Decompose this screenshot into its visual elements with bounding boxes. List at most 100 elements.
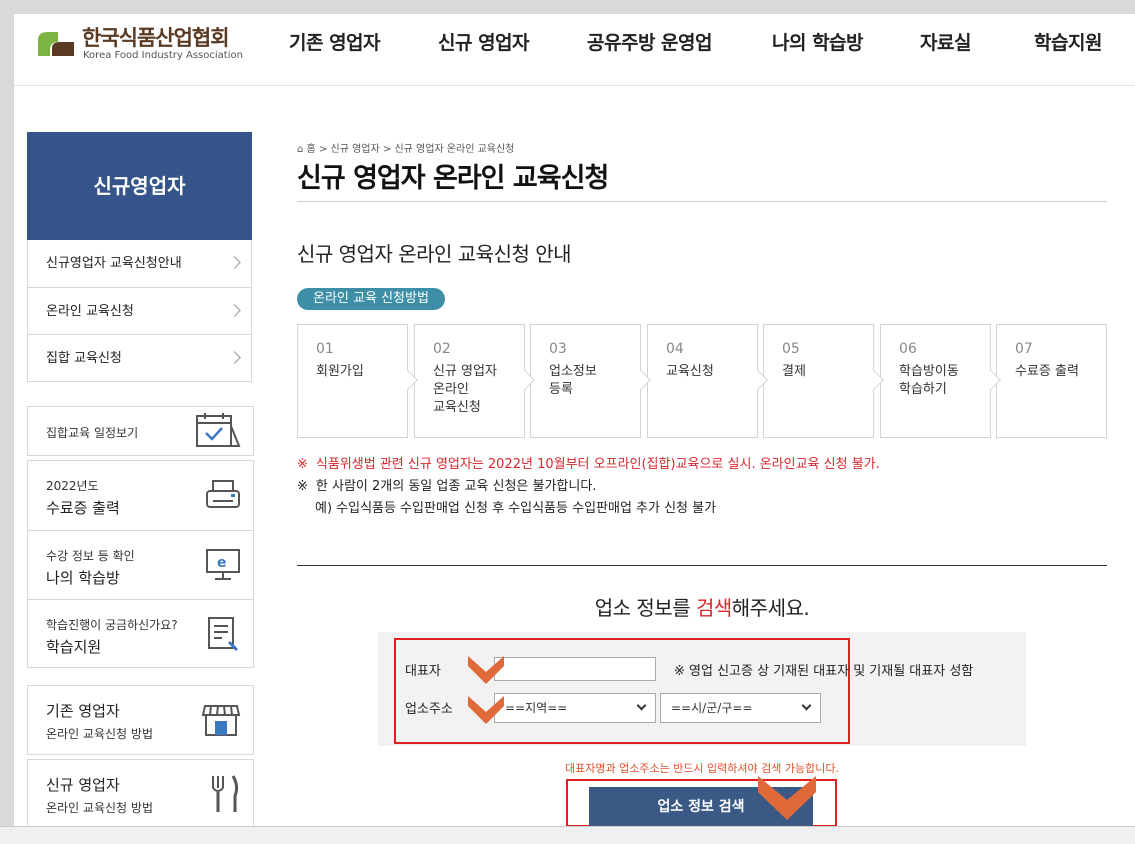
site-logo[interactable]: 한국식품산업협회 Korea Food Industry Association: [36, 22, 246, 66]
store-icon: [201, 705, 241, 736]
chevron-down-icon: [636, 700, 647, 711]
sidebar-item-guide[interactable]: 신규영업자 교육신청안내: [28, 240, 251, 287]
notice-text: 식품위생법 관련 신규 영업자는 2022년 10월부터 오프라인(집합)교육으…: [315, 457, 880, 472]
logo-korean-name: 한국식품산업협회: [82, 26, 230, 50]
step-label: 학습방이동 학습하기: [899, 364, 959, 397]
window-bottom-bar: [0, 826, 1135, 844]
svg-text:e: e: [217, 555, 227, 571]
representative-input[interactable]: [494, 657, 656, 681]
down-arrow-marker-icon: [758, 776, 816, 820]
step-label: 신규 영업자 온라인 교육신청: [433, 364, 497, 415]
step-card: 05 결제: [763, 324, 884, 438]
highlight-box: [394, 638, 850, 744]
quick-link-group: 2022년도 수료증 출력 수강 정보 등 확인 나의 학습방 e 학습진행이 …: [27, 460, 254, 668]
quick-link-new-guide[interactable]: 신규 영업자 온라인 교육신청 방법: [27, 759, 254, 826]
quick-link-existing-guide[interactable]: 기존 영업자 온라인 교육신청 방법: [27, 685, 254, 755]
search-title-pre: 업소 정보를: [594, 596, 696, 620]
notice-item: ※ 식품위생법 관련 신규 영업자는 2022년 10월부터 오프라인(집합)교육…: [297, 454, 880, 476]
down-arrow-marker-icon: [468, 696, 504, 724]
region-select[interactable]: ==지역==: [494, 693, 656, 723]
nav-existing-operator[interactable]: 기존 영업자: [289, 28, 381, 55]
step-number: 03: [549, 341, 567, 357]
section-title: 신규 영업자 온라인 교육신청 안내: [297, 242, 572, 266]
document-pen-icon: [208, 617, 239, 652]
representative-label: 대표자: [405, 664, 441, 679]
breadcrumb-level2: 신규 영업자 온라인 교육신청: [394, 144, 515, 155]
fork-knife-icon: [212, 775, 239, 812]
chevron-right-icon: [228, 351, 241, 364]
address-label: 업소주소: [405, 702, 453, 717]
city-select-value: ==시/군/구==: [671, 701, 753, 715]
monitor-e-icon: e: [206, 549, 240, 580]
step-card: 04 교육신청: [647, 324, 768, 438]
down-arrow-marker-icon: [468, 656, 504, 684]
nav-resources[interactable]: 자료실: [920, 28, 971, 55]
quick-link-row: 집합교육 일정보기: [28, 407, 253, 455]
sidebar-item-label: 집합 교육신청: [46, 351, 122, 366]
header-divider: [14, 85, 1135, 86]
logo-mark-icon: [38, 32, 74, 56]
step-number: 06: [899, 341, 917, 357]
breadcrumb-separator: >: [318, 144, 331, 155]
notice-item: ※ 한 사람이 2개의 동일 업종 교육 신청은 불가합니다.: [297, 476, 880, 498]
nav-shared-kitchen[interactable]: 공유주방 운영업: [587, 28, 712, 55]
nav-learning-support[interactable]: 학습지원: [1034, 28, 1102, 55]
chevron-down-icon: [801, 700, 812, 711]
step-card: 01 회원가입: [297, 324, 418, 438]
step-card: 06 학습방이동 학습하기: [880, 324, 1001, 438]
nav-my-study[interactable]: 나의 학습방: [772, 28, 864, 55]
home-icon[interactable]: ⌂: [297, 144, 303, 155]
step-label: 업소정보 등록: [549, 364, 597, 397]
search-title: 업소 정보를 검색해주세요.: [297, 592, 1107, 621]
printer-icon: [206, 479, 240, 508]
notice-mark: ※: [297, 479, 308, 494]
site-header: 한국식품산업협회 Korea Food Industry Association…: [14, 14, 1135, 86]
chevron-right-icon: [228, 256, 241, 269]
quick-link-row: 기존 영업자 온라인 교육신청 방법: [28, 686, 253, 754]
search-title-highlight: 검색: [695, 596, 732, 620]
sidebar-menu: 신규영업자 교육신청안내 온라인 교육신청 집합 교육신청: [27, 240, 252, 382]
step-number: 02: [433, 341, 451, 357]
step-label: 수료증 출력: [1015, 364, 1079, 379]
quick-link-certificate[interactable]: 2022년도 수료증 출력: [28, 461, 253, 530]
notice-mark: ※: [297, 457, 308, 472]
notice-list: ※ 식품위생법 관련 신규 영업자는 2022년 10월부터 오프라인(집합)교육…: [297, 454, 880, 520]
sidebar-item-online[interactable]: 온라인 교육신청: [28, 287, 251, 334]
sidebar-item-label: 신규영업자 교육신청안내: [46, 256, 182, 271]
nav-new-operator[interactable]: 신규 영업자: [438, 28, 530, 55]
calendar-check-icon: [196, 413, 241, 447]
city-select[interactable]: ==시/군/구==: [660, 693, 821, 723]
breadcrumb-level1[interactable]: 신규 영업자: [331, 144, 380, 155]
quick-link-schedule[interactable]: 집합교육 일정보기: [27, 406, 254, 456]
page: 한국식품산업협회 Korea Food Industry Association…: [14, 14, 1135, 826]
page-title: 신규 영업자 온라인 교육신청: [297, 163, 609, 194]
breadcrumb-separator: >: [382, 144, 395, 155]
sidebar-title: 신규영업자: [27, 132, 252, 240]
step-label: 교육신청: [666, 364, 714, 379]
representative-note: ※ 영업 신고증 상 기재된 대표자 및 기재될 대표자 성함: [674, 664, 974, 679]
sidebar-item-offline[interactable]: 집합 교육신청: [28, 334, 251, 381]
chevron-right-icon: [228, 304, 241, 317]
region-select-value: ==지역==: [505, 701, 568, 715]
breadcrumb: ⌂ 홈 > 신규 영업자 > 신규 영업자 온라인 교육신청: [297, 140, 514, 155]
step-number: 01: [316, 341, 334, 357]
notice-text: 한 사람이 2개의 동일 업종 교육 신청은 불가합니다.: [315, 479, 597, 494]
search-title-post: 해주세요.: [731, 596, 810, 620]
step-label: 회원가입: [316, 364, 364, 379]
logo-english-name: Korea Food Industry Association: [83, 50, 243, 61]
title-divider: [297, 201, 1107, 202]
step-number: 07: [1015, 341, 1033, 357]
quick-link-my-study[interactable]: 수강 정보 등 확인 나의 학습방 e: [28, 530, 253, 599]
step-card: 07 수료증 출력: [996, 324, 1107, 438]
steps-badge: 온라인 교육 신청방법: [297, 288, 445, 310]
quick-link-row: 신규 영업자 온라인 교육신청 방법: [28, 760, 253, 826]
breadcrumb-home[interactable]: 홈: [307, 144, 316, 155]
step-number: 04: [666, 341, 684, 357]
required-warning: 대표자명과 업소주소는 반드시 입력하셔야 검색 가능합니다.: [565, 762, 839, 775]
step-label: 결제: [782, 364, 806, 379]
application-steps: 01 회원가입 02 신규 영업자 온라인 교육신청 03 업소정보 등록 04…: [297, 324, 1107, 438]
quick-link-support[interactable]: 학습진행이 궁금하신가요? 학습지원: [28, 599, 253, 668]
step-card: 02 신규 영업자 온라인 교육신청: [414, 324, 535, 438]
sidebar-item-label: 온라인 교육신청: [46, 304, 134, 319]
step-number: 05: [782, 341, 800, 357]
